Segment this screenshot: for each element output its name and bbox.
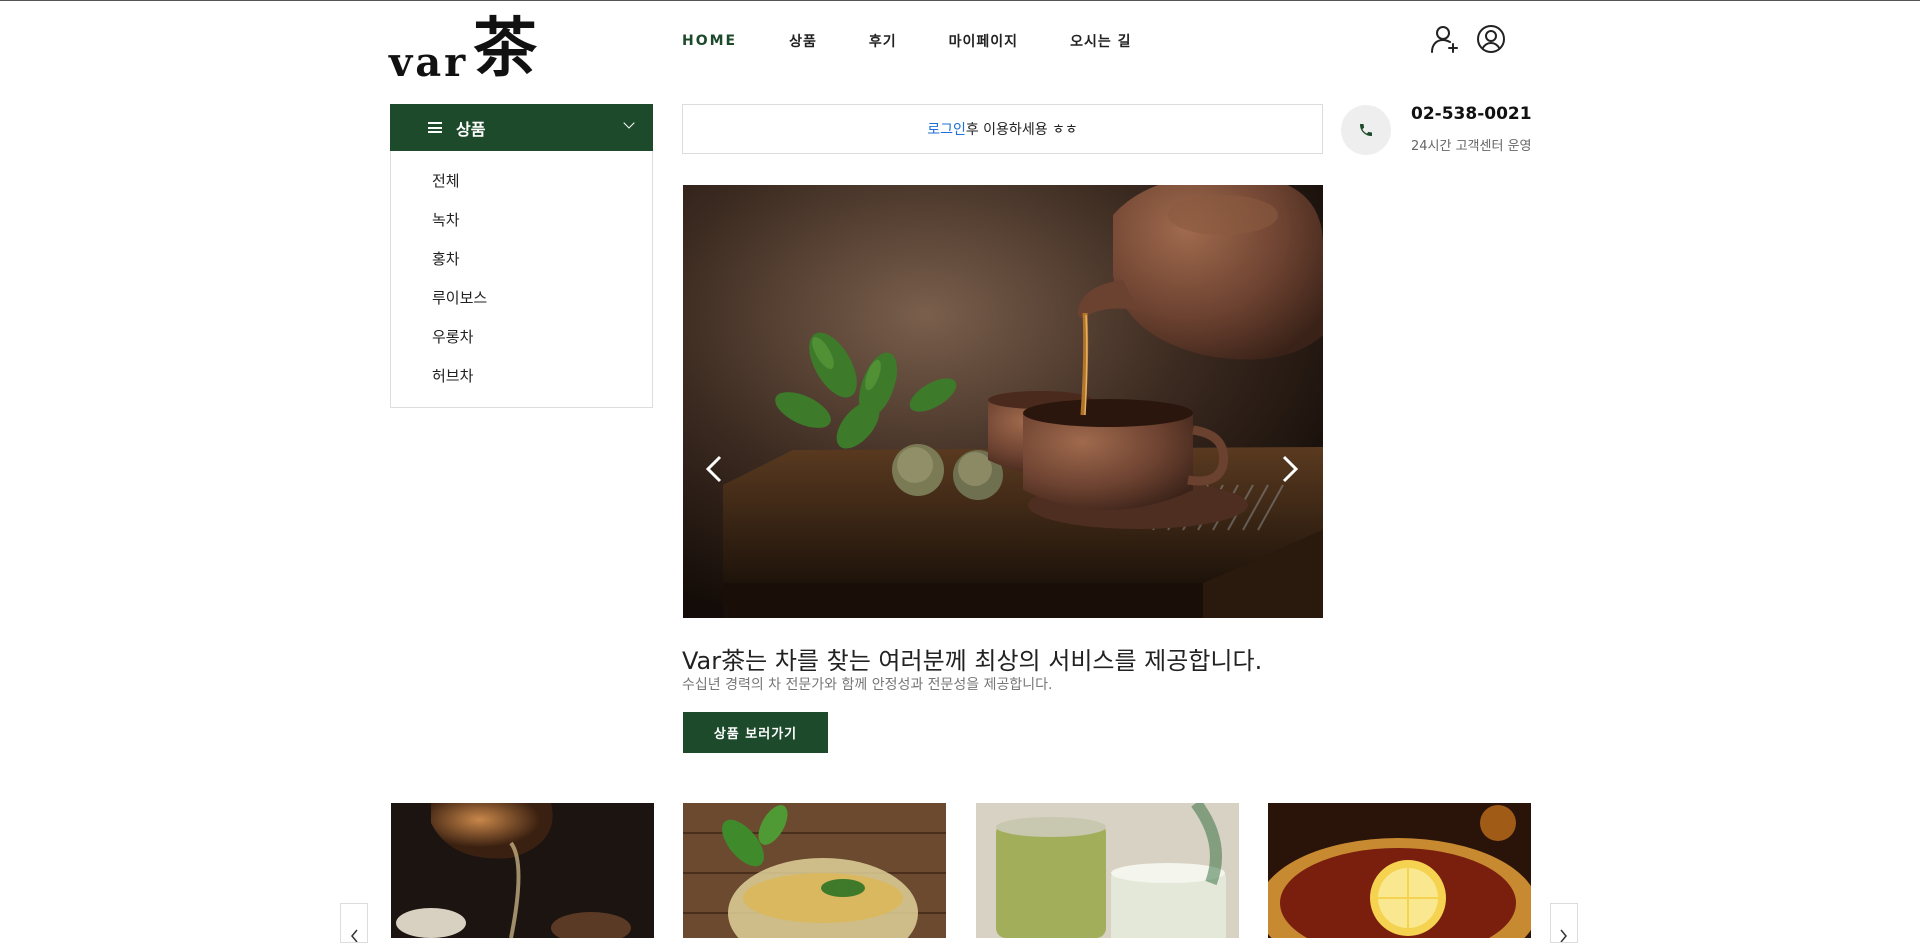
category-item-green-tea[interactable]: 녹차: [391, 206, 652, 245]
category-list: 전체 녹차 홍차 루이보스 우롱차 허브차: [390, 151, 653, 408]
site-logo[interactable]: var 茶: [389, 15, 537, 89]
view-products-button[interactable]: 상품 보러가기: [683, 712, 828, 753]
category-item-black-tea[interactable]: 홍차: [391, 245, 652, 284]
product-thumbnail-herbal-tea[interactable]: [683, 803, 946, 938]
support-hours: 24시간 고객센터 운영: [1411, 139, 1532, 154]
nav-home[interactable]: HOME: [682, 33, 737, 49]
notice-text: 후 이용하세용 ㅎㅎ: [965, 122, 1078, 138]
phone-icon: [1341, 105, 1391, 155]
category-item-herbal[interactable]: 허브차: [391, 362, 652, 401]
hero-title: Var茶는 차를 찾는 여러분께 최상의 서비스를 제공합니다.: [682, 647, 1263, 675]
category-toggle[interactable]: 상품: [390, 104, 653, 151]
hero-prev-button[interactable]: [700, 451, 730, 487]
login-notice: 로그인 후 이용하세용 ㅎㅎ: [682, 104, 1323, 154]
hero-subtitle: 수십년 경력의 차 전문가와 함께 안정성과 전문성을 제공합니다.: [682, 677, 1053, 693]
logo-text: var: [389, 39, 469, 86]
phone-number: 02-538-0021: [1411, 104, 1532, 124]
category-item-rooibos[interactable]: 루이보스: [391, 284, 652, 323]
category-title: 상품: [456, 119, 486, 139]
menu-icon: [428, 122, 442, 133]
add-user-icon[interactable]: [1429, 23, 1461, 55]
product-thumbnail-lemon-tea[interactable]: [1268, 803, 1531, 938]
category-item-all[interactable]: 전체: [391, 167, 652, 206]
products-prev-button[interactable]: [340, 903, 368, 943]
product-thumbnail-teapot[interactable]: [391, 803, 654, 938]
login-link[interactable]: 로그인: [927, 119, 966, 139]
nav-directions[interactable]: 오시는 길: [1070, 31, 1131, 51]
hero-next-button[interactable]: [1274, 451, 1304, 487]
nav-mypage[interactable]: 마이페이지: [949, 31, 1018, 51]
main-nav: HOME 상품 후기 마이페이지 오시는 길: [682, 31, 1183, 51]
logo-hanja: 茶: [473, 11, 537, 86]
hero-slide-image: [683, 185, 1323, 618]
user-account-icon[interactable]: [1475, 23, 1507, 55]
chevron-down-icon: [623, 117, 635, 129]
products-next-button[interactable]: [1550, 903, 1578, 943]
nav-reviews[interactable]: 후기: [869, 31, 897, 51]
nav-products[interactable]: 상품: [789, 31, 817, 51]
product-thumbnail-green-tea[interactable]: [976, 803, 1239, 938]
category-item-oolong[interactable]: 우롱차: [391, 323, 652, 362]
